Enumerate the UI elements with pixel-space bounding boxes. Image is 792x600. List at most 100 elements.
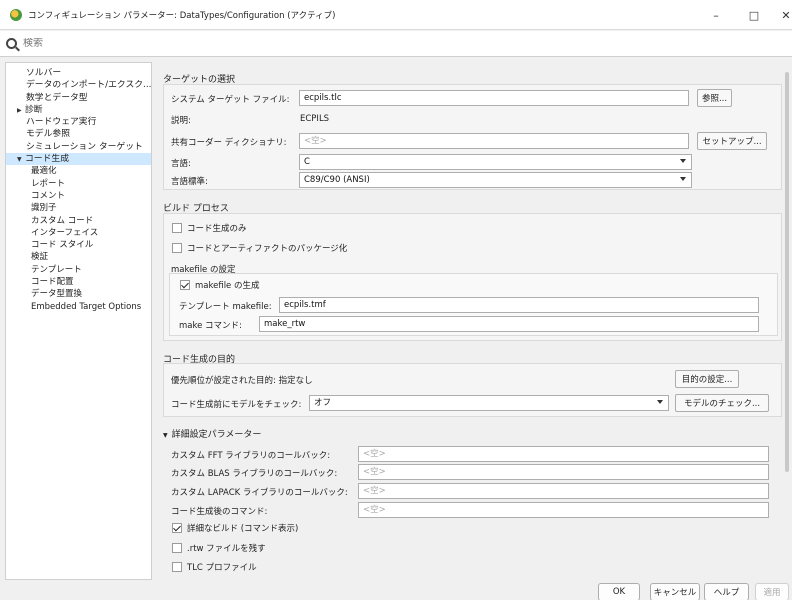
checkbox-box[interactable] — [180, 280, 190, 290]
language-label: 言語: — [171, 159, 191, 169]
tree-item-code-style[interactable]: コード スタイル — [6, 239, 151, 251]
tree-item-solver[interactable]: ソルバー — [6, 67, 151, 79]
tree-item-label: コード スタイル — [31, 240, 94, 251]
post-codegen-command-field[interactable]: <空> — [358, 502, 769, 518]
window-title: コンフィギュレーション パラメーター: DataTypes/Configurat… — [28, 10, 336, 21]
language-standard-label: 言語標準: — [171, 177, 208, 187]
tree-item-label: データ型置換 — [31, 289, 83, 300]
post-codegen-command-label: コード生成後のコマンド: — [171, 507, 268, 517]
setup-button[interactable]: セットアップ... — [697, 132, 767, 150]
tree-item-interface[interactable]: インターフェイス — [6, 227, 151, 239]
tree-item-embedded-target-options[interactable]: Embedded Target Options — [6, 301, 151, 313]
cancel-button[interactable]: キャンセル — [650, 583, 700, 600]
tlc-profile-checkbox[interactable]: TLC プロファイル — [172, 561, 257, 573]
tree-item-math-data-types[interactable]: 数学とデータ型 — [6, 92, 151, 104]
expand-arrow-icon[interactable]: ▶ — [17, 105, 25, 117]
checkbox-box[interactable] — [172, 223, 182, 233]
checkbox-box[interactable] — [172, 562, 182, 572]
description-label: 説明: — [171, 116, 191, 126]
tree-item-code-placement[interactable]: コード配置 — [6, 276, 151, 288]
language-standard-value: C89/C90 (ANSI) — [304, 175, 370, 185]
tree-item-identifiers[interactable]: 識別子 — [6, 202, 151, 214]
tree-item-data-type-replacement[interactable]: データ型置換 — [6, 288, 151, 300]
verbose-build-checkbox[interactable]: 詳細なビルド (コマンド表示) — [172, 522, 298, 534]
system-target-file-field[interactable]: ecpils.tlc — [299, 90, 689, 106]
tree-item-label: レポート — [31, 178, 66, 189]
browse-button[interactable]: 参照... — [697, 89, 732, 107]
tree-item-label: 診断 — [25, 104, 43, 115]
search-input[interactable] — [23, 38, 323, 49]
tree-item-label: Embedded Target Options — [31, 301, 142, 312]
tree-item-diagnostics[interactable]: ▶ 診断 — [6, 104, 151, 116]
minimize-button[interactable]: – — [696, 0, 736, 30]
checkbox-box[interactable] — [172, 543, 182, 553]
tree-item-comments[interactable]: コメント — [6, 190, 151, 202]
retain-rtw-checkbox[interactable]: .rtw ファイルを残す — [172, 542, 266, 554]
tree-item-label: モデル参照 — [26, 129, 70, 140]
tree-item-templates[interactable]: テンプレート — [6, 264, 151, 276]
checkbox-box[interactable] — [172, 243, 182, 253]
tree-item-label: データのインポート/エクスク... — [26, 80, 152, 91]
lapack-callback-field[interactable]: <空> — [358, 483, 769, 499]
vertical-scrollbar[interactable] — [784, 62, 790, 580]
checkbox-label: コード生成のみ — [187, 224, 247, 234]
shared-dictionary-field[interactable]: <空> — [299, 133, 689, 149]
tree-item-label: テンプレート — [31, 264, 82, 275]
close-button[interactable]: ✕ — [766, 0, 792, 30]
checkbox-label: コードとアーティファクトのパッケージ化 — [187, 244, 348, 254]
fft-callback-field[interactable]: <空> — [358, 446, 769, 462]
language-value: C — [304, 157, 310, 167]
check-model-button[interactable]: モデルのチェック... — [675, 394, 769, 412]
collapse-arrow-icon[interactable]: ▼ — [17, 154, 25, 166]
tree-item-label: カスタム コード — [31, 215, 94, 226]
make-command-label: make コマンド: — [179, 321, 242, 331]
checkbox-label: TLC プロファイル — [187, 563, 257, 573]
tree-item-verification[interactable]: 検証 — [6, 251, 151, 263]
ok-button[interactable]: OK — [598, 583, 640, 600]
template-makefile-label: テンプレート makefile: — [179, 302, 272, 312]
checkbox-label: makefile の生成 — [195, 281, 260, 291]
shared-dictionary-label: 共有コーダー ディクショナリ: — [171, 138, 287, 148]
blas-callback-label: カスタム BLAS ライブラリのコールバック: — [171, 469, 338, 479]
tree-item-data-import-export[interactable]: データのインポート/エクスク... — [6, 79, 151, 91]
generate-code-only-checkbox[interactable]: コード生成のみ — [172, 222, 247, 234]
tree-item-label: インターフェイス — [31, 227, 99, 238]
tree-item-report[interactable]: レポート — [6, 178, 151, 190]
help-button[interactable]: ヘルプ — [704, 583, 749, 600]
tree-item-label: 検証 — [31, 252, 49, 263]
checkbox-box[interactable] — [172, 523, 182, 533]
tree-item-hardware[interactable]: ハードウェア実行 — [6, 116, 151, 128]
check-model-label: コード生成前にモデルをチェック: — [171, 400, 302, 410]
generate-makefile-checkbox[interactable]: makefile の生成 — [180, 279, 260, 291]
checkbox-label: .rtw ファイルを残す — [187, 544, 266, 554]
check-model-value: オフ — [314, 398, 332, 408]
advanced-section-title[interactable]: ▼ 詳細設定パラメーター — [163, 427, 261, 440]
tree-item-optimization[interactable]: 最適化 — [6, 165, 151, 177]
tree-item-simulation-target[interactable]: シミュレーション ターゲット — [6, 141, 151, 153]
package-artifacts-checkbox[interactable]: コードとアーティファクトのパッケージ化 — [172, 242, 347, 254]
make-command-field[interactable]: make_rtw — [259, 316, 759, 332]
blas-callback-field[interactable]: <空> — [358, 464, 769, 480]
title-bar: コンフィギュレーション パラメーター: DataTypes/Configurat… — [0, 0, 792, 30]
set-objectives-button[interactable]: 目的の設定... — [675, 370, 739, 388]
tree-item-code-generation[interactable]: ▼ コード生成 — [6, 153, 151, 166]
dropdown-arrow-icon — [680, 177, 686, 181]
language-standard-select[interactable]: C89/C90 (ANSI) — [299, 172, 692, 188]
scrollbar-thumb[interactable] — [785, 72, 789, 472]
dropdown-arrow-icon — [680, 159, 686, 163]
stf-label: システム ターゲット ファイル: — [171, 95, 290, 105]
search-icon — [6, 38, 17, 49]
check-model-select[interactable]: オフ — [309, 395, 669, 411]
collapse-arrow-icon: ▼ — [163, 432, 168, 439]
apply-button[interactable]: 適用 — [755, 583, 789, 600]
tree-item-label: コード配置 — [31, 277, 74, 288]
tree-item-model-referencing[interactable]: モデル参照 — [6, 128, 151, 140]
language-select[interactable]: C — [299, 154, 692, 170]
dropdown-arrow-icon — [657, 400, 663, 404]
tree-item-custom-code[interactable]: カスタム コード — [6, 215, 151, 227]
advanced-title-text: 詳細設定パラメーター — [171, 430, 262, 440]
search-bar — [0, 31, 792, 57]
tree-item-label: ハードウェア実行 — [26, 117, 97, 128]
template-makefile-field[interactable]: ecpils.tmf — [279, 297, 759, 313]
tree-item-label: コメント — [31, 190, 66, 201]
